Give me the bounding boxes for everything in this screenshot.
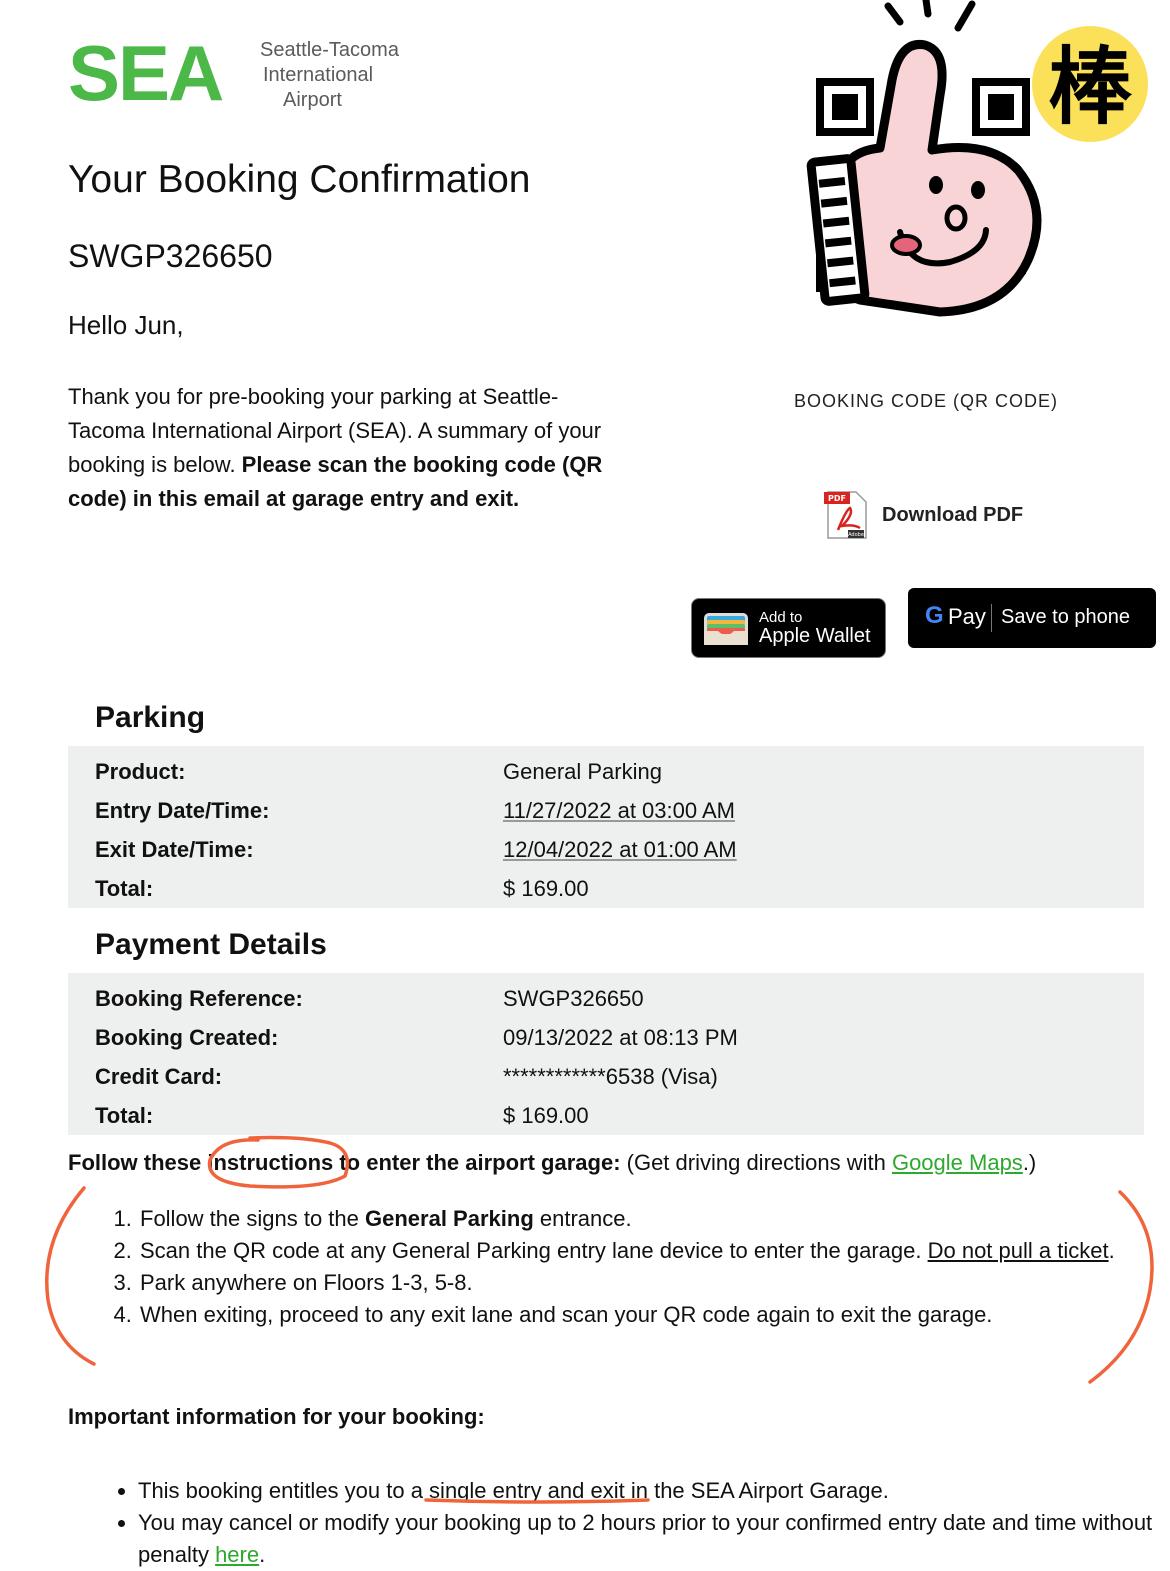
row-key: Booking Reference:: [95, 985, 303, 1011]
pdf-badge-text: PDF: [828, 494, 846, 503]
instruction-steps: Follow the signs to the General Parking …: [68, 1203, 1170, 1331]
bullet-text: You may cancel or modify your booking up…: [138, 1510, 1153, 1567]
row-key: Booking Created:: [95, 1024, 279, 1050]
table-row: Booking Reference: SWGP326650: [68, 979, 1144, 1018]
intro-paragraph: Thank you for pre-booking your parking a…: [68, 380, 608, 516]
gpay-divider: [991, 604, 992, 632]
step-text: entrance.: [533, 1206, 632, 1231]
gpay-pay-label: Pay: [948, 604, 986, 629]
step-text: .: [1108, 1238, 1115, 1263]
pdf-file-icon: PDF Adobe: [824, 491, 867, 539]
thumbs-up-sticker-icon: 棒: [806, 0, 1148, 317]
greeting: Hello Jun,: [68, 310, 184, 340]
step-text: Scan the QR code at any General Parking …: [140, 1238, 928, 1263]
logo-text: Seattle-Tacoma International Airport: [260, 38, 399, 113]
pdf-brand-text: Adobe: [848, 532, 864, 538]
table-row: Credit Card: ************6538 (Visa): [68, 1057, 1144, 1096]
important-heading: Important information for your booking:: [68, 1404, 485, 1429]
step-text: Follow the signs to the: [140, 1206, 366, 1231]
table-row: Booking Created: 09/13/2022 at 08:13 PM: [68, 1018, 1144, 1057]
logo-line-3: Airport: [283, 89, 342, 111]
parking-heading: Parking: [68, 686, 1144, 746]
instructions-lead: Follow these instructions to enter the a…: [68, 1150, 1036, 1176]
row-key: Entry Date/Time:: [95, 797, 270, 823]
airport-logo: SEA Seattle-Tacoma International Airport: [68, 29, 428, 117]
row-key: Exit Date/Time:: [95, 836, 254, 862]
exit-date-link[interactable]: 12/04/2022 at 01:00 AM: [503, 837, 737, 863]
logo-line-1: Seattle-Tacoma: [260, 39, 399, 61]
row-value: 09/13/2022 at 08:13 PM: [503, 1024, 738, 1050]
instructions-lead-text: (Get driving directions with: [620, 1150, 892, 1175]
list-item: This booking entitles you to a single en…: [138, 1475, 1170, 1507]
parking-section: Parking Product: General Parking Entry D…: [68, 686, 1144, 908]
google-maps-link[interactable]: Google Maps: [892, 1150, 1023, 1175]
wallet-button-caption: Add to: [759, 609, 803, 626]
table-row: Product: General Parking: [68, 752, 1144, 791]
row-key: Credit Card:: [95, 1063, 223, 1089]
payment-section: Payment Details Booking Reference: SWGP3…: [68, 913, 1144, 1135]
download-pdf-label: Download PDF: [882, 504, 1024, 526]
sticker-text: 棒: [1048, 38, 1133, 136]
download-pdf-link[interactable]: PDF Adobe Download PDF: [824, 490, 1024, 542]
instructions-lead-bold: Follow these instructions to enter the a…: [68, 1150, 621, 1175]
list-item: When exiting, proceed to any exit lane a…: [138, 1299, 1170, 1331]
cancel-here-link[interactable]: here: [215, 1542, 259, 1567]
table-row: Entry Date/Time: 11/27/2022 at 03:00 AM: [68, 791, 1144, 830]
row-key: Total:: [95, 875, 154, 901]
parking-table: Product: General Parking Entry Date/Time…: [68, 746, 1144, 908]
qr-code-label: BOOKING CODE (QR CODE): [794, 391, 1059, 411]
google-pay-save-to-phone-button[interactable]: G Pay Save to phone: [908, 588, 1156, 648]
important-list: This booking entitles you to a single en…: [68, 1475, 1170, 1571]
payment-heading: Payment Details: [68, 913, 1144, 973]
payment-table: Booking Reference: SWGP326650 Booking Cr…: [68, 973, 1144, 1135]
table-row: Total: $ 169.00: [68, 1096, 1144, 1135]
table-row: Total: $ 169.00: [68, 869, 1144, 908]
row-key: Total:: [95, 1102, 154, 1128]
logo-mark: SEA: [68, 29, 224, 117]
list-item: Scan the QR code at any General Parking …: [138, 1235, 1170, 1267]
row-key: Product:: [95, 758, 186, 784]
list-item: You may cancel or modify your booking up…: [138, 1507, 1170, 1571]
row-value: $ 169.00: [503, 875, 589, 901]
instructions-lead-end: .): [1022, 1150, 1037, 1175]
add-to-apple-wallet-button[interactable]: Add to Apple Wallet: [691, 598, 886, 658]
bullet-text: .: [259, 1542, 266, 1567]
wallet-icon: [704, 613, 748, 645]
step-bold-text: General Parking: [365, 1206, 534, 1231]
page-title: Your Booking Confirmation: [68, 158, 531, 201]
row-value: SWGP326650: [503, 985, 644, 1011]
table-row: Exit Date/Time: 12/04/2022 at 01:00 AM: [68, 830, 1144, 869]
do-not-pull-ticket-text: Do not pull a ticket: [927, 1238, 1109, 1263]
google-g-icon: G: [925, 602, 944, 629]
list-item: Follow the signs to the General Parking …: [138, 1203, 1170, 1235]
row-value: ************6538 (Visa): [503, 1063, 718, 1089]
logo-line-2: International: [263, 64, 374, 86]
booking-reference-heading: SWGP326650: [68, 238, 273, 274]
list-item: Park anywhere on Floors 1-3, 5-8.: [138, 1267, 1170, 1299]
entry-date-link[interactable]: 11/27/2022 at 03:00 AM: [503, 798, 735, 824]
gpay-save-label: Save to phone: [1001, 606, 1130, 628]
row-value: $ 169.00: [503, 1102, 589, 1128]
row-value: General Parking: [503, 758, 662, 784]
wallet-button-label: Apple Wallet: [759, 625, 871, 647]
